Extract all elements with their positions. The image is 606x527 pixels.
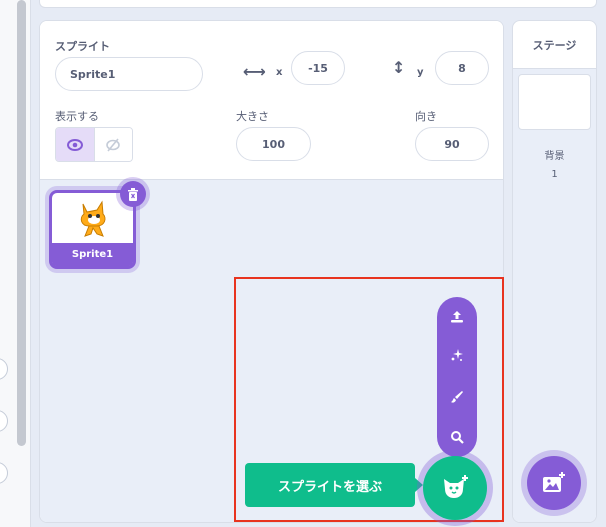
upload-sprite-button[interactable]	[437, 302, 477, 332]
sprite-add-menu	[437, 297, 477, 457]
sprite-label: スプライト	[55, 40, 110, 53]
stage-canvas-edge	[39, 0, 597, 8]
y-label: y	[417, 67, 424, 78]
y-position-input[interactable]: 8	[435, 51, 489, 85]
trash-icon	[128, 187, 138, 201]
x-position-input[interactable]: -15	[291, 51, 345, 85]
code-area-edge	[0, 0, 31, 527]
search-icon	[451, 431, 464, 444]
stage-selector[interactable]: 背景 1	[513, 69, 596, 522]
code-area-scrollbar[interactable]	[17, 0, 26, 446]
x-label: x	[276, 67, 283, 78]
vertical-arrows-icon: ↕	[392, 58, 406, 77]
sprite-tile[interactable]: Sprite1	[49, 181, 146, 269]
show-label: 表示する	[55, 110, 99, 123]
stage-title: ステージ	[513, 21, 596, 69]
stage-pane: ステージ 背景 1	[512, 20, 597, 523]
surprise-sprite-button[interactable]	[437, 340, 477, 370]
size-label: 大きさ	[236, 110, 269, 123]
choose-sprite-tooltip: スプライトを選ぶ	[245, 463, 423, 507]
direction-input[interactable]: 90	[415, 127, 489, 161]
stage-thumbnail[interactable]	[518, 74, 591, 130]
hide-sprite-button[interactable]	[93, 128, 132, 161]
horizontal-arrows-icon: ⟷	[243, 62, 266, 81]
choose-sprite-button[interactable]	[423, 456, 487, 520]
eye-slash-icon	[106, 137, 121, 152]
direction-label: 向き	[415, 110, 437, 123]
sprite-tile-name: Sprite1	[52, 243, 133, 266]
choose-backdrop-button[interactable]	[527, 456, 581, 510]
paint-icon	[451, 391, 463, 403]
sprite-info-panel: スプライト Sprite1 ⟷ x -15 ↕ y 8 表示する 大きさ 100…	[40, 21, 503, 180]
size-input[interactable]: 100	[236, 127, 311, 161]
zoom-in-icon[interactable]	[0, 358, 8, 380]
surprise-icon	[451, 349, 463, 361]
upload-icon	[451, 311, 463, 323]
zoom-out-icon[interactable]	[0, 410, 8, 432]
backdrop-label: 背景	[544, 151, 565, 162]
paint-sprite-button[interactable]	[437, 382, 477, 412]
search-sprite-button[interactable]	[437, 422, 477, 452]
delete-sprite-button[interactable]	[120, 181, 146, 207]
backdrop-add-icon	[543, 472, 565, 492]
visibility-toggle	[55, 127, 133, 162]
eye-icon	[66, 138, 83, 151]
backdrop-count: 1	[551, 169, 558, 180]
show-sprite-button[interactable]	[56, 128, 94, 161]
cat-add-icon	[444, 475, 468, 498]
zoom-reset-icon[interactable]	[0, 462, 8, 484]
sprite-name-input[interactable]: Sprite1	[55, 57, 203, 91]
